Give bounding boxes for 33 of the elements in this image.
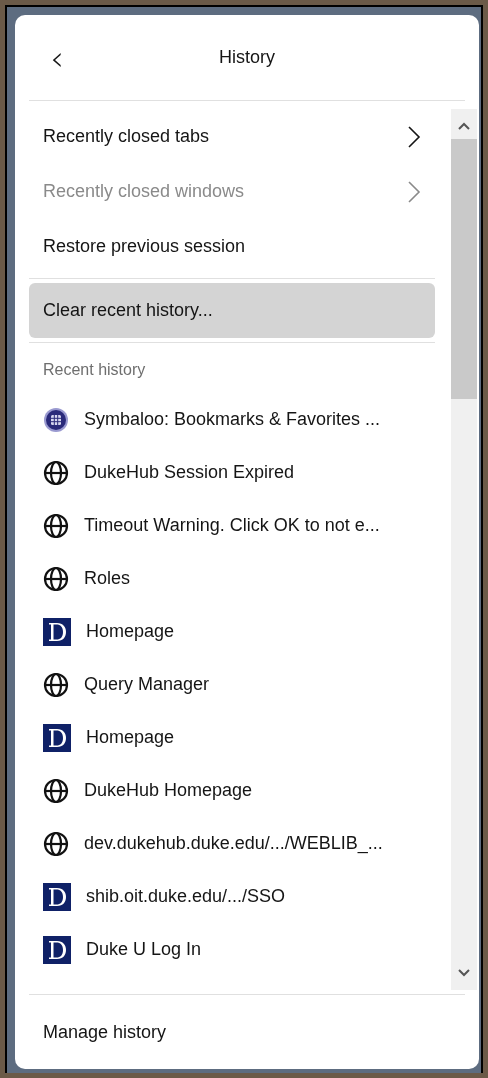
scrollbar[interactable] <box>451 109 477 990</box>
panel-title: History <box>219 46 275 69</box>
globe-icon <box>43 512 69 539</box>
history-item[interactable]: Homepage <box>29 605 435 658</box>
history-item[interactable]: shib.oit.duke.edu/.../SSO <box>29 870 435 923</box>
letter-logo-icon <box>43 723 71 752</box>
history-item[interactable]: Timeout Warning. Click OK to not e... <box>29 499 435 552</box>
history-item[interactable]: Query Manager <box>29 658 435 711</box>
chevron-right-icon <box>407 179 421 204</box>
globe-icon <box>43 671 69 698</box>
history-item[interactable]: Symbaloo: Bookmarks & Favorites ... <box>29 393 435 446</box>
back-button[interactable]: ‹ <box>39 37 75 78</box>
history-item[interactable]: DukeHub Session Expired <box>29 446 435 499</box>
globe-icon <box>43 777 69 804</box>
section-heading: Recent history <box>42 360 147 380</box>
chevron-right-icon <box>407 124 421 149</box>
history-item[interactable]: Roles <box>29 552 435 605</box>
grid-circle-icon <box>43 406 69 433</box>
clear-history-button[interactable]: Clear recent history... <box>29 283 435 338</box>
globe-icon <box>43 830 69 857</box>
globe-icon <box>43 565 69 592</box>
manage-history-link[interactable]: Manage history <box>15 995 479 1069</box>
scroll-thumb[interactable] <box>451 139 477 399</box>
menu-item[interactable]: Recently closed tabs <box>29 109 435 164</box>
globe-icon <box>43 459 69 486</box>
letter-logo-icon <box>43 882 71 911</box>
menu-item[interactable]: Restore previous session <box>29 219 435 274</box>
letter-logo-icon <box>43 617 71 646</box>
history-item[interactable]: Homepage <box>29 711 435 764</box>
history-item[interactable]: DukeHub Homepage <box>29 764 435 817</box>
history-item[interactable]: dev.dukehub.duke.edu/.../WEBLIB_... <box>29 817 435 870</box>
history-item[interactable]: Duke U Log In <box>29 923 435 976</box>
letter-logo-icon <box>43 935 71 964</box>
